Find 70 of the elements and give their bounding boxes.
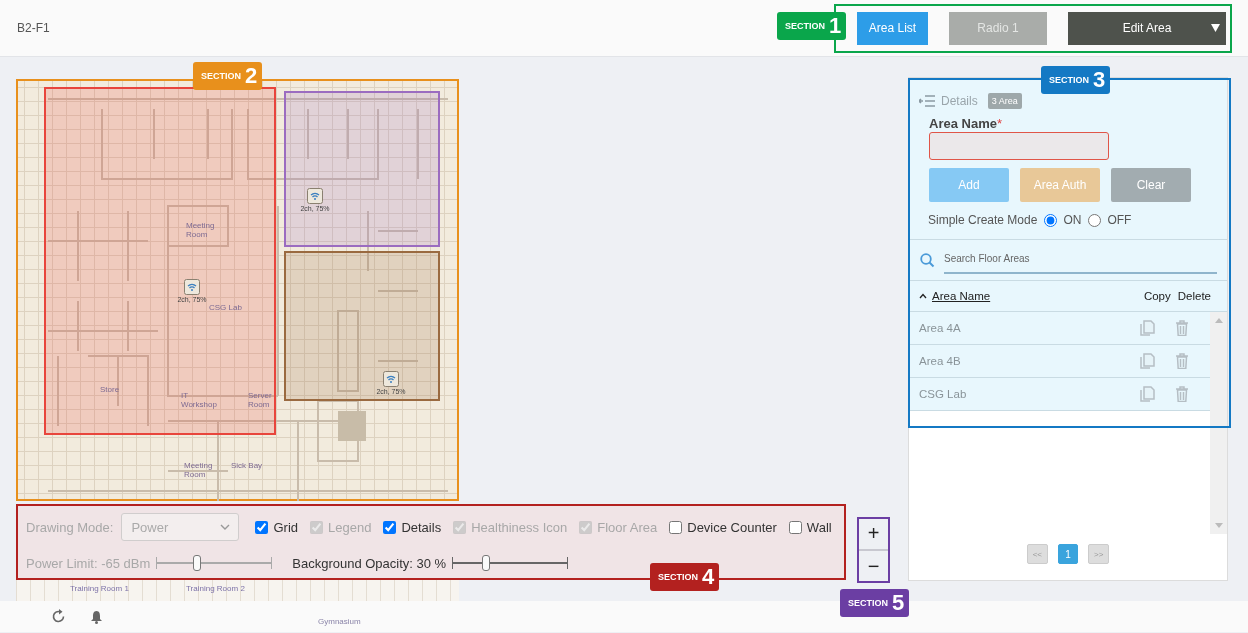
collapse-list-icon[interactable] xyxy=(919,95,935,107)
room-label: Store xyxy=(100,385,121,395)
checkbox-label: Floor Area xyxy=(597,519,658,535)
bell-icon[interactable] xyxy=(90,609,103,624)
radio-label: ON xyxy=(1063,213,1082,227)
wifi-device-icon[interactable] xyxy=(383,371,399,387)
room-label: Meeting Room xyxy=(186,221,216,240)
radio-button[interactable] xyxy=(1044,213,1058,227)
radio-button[interactable] xyxy=(1088,213,1102,227)
copy-icon[interactable] xyxy=(1140,353,1155,369)
scroll-down-icon[interactable] xyxy=(1214,523,1223,528)
checkbox-label: Wall xyxy=(806,519,832,535)
scroll-up-icon[interactable] xyxy=(1214,318,1223,323)
checkbox-label: Details xyxy=(401,519,442,535)
header-button[interactable]: Edit Area xyxy=(1068,11,1226,45)
scrollbar[interactable] xyxy=(1210,312,1227,534)
mode-label: Simple Create Mode xyxy=(928,213,1038,227)
search-field[interactable]: Search Floor Areas xyxy=(944,246,1217,274)
wifi-device-icon[interactable] xyxy=(307,188,323,204)
column-header: Delete xyxy=(1177,290,1211,302)
trash-icon[interactable] xyxy=(1175,353,1189,369)
room-label: Training Room 2 xyxy=(186,584,246,594)
slider-label: Power Limit: -65 dBm xyxy=(26,555,151,571)
action-button[interactable]: Area Auth xyxy=(1020,168,1100,202)
room-label: Server Room xyxy=(248,391,273,410)
checkbox[interactable] xyxy=(255,520,269,534)
trash-icon[interactable] xyxy=(1175,386,1189,402)
radio-label: OFF xyxy=(1107,213,1132,227)
room-label: Gymnasium xyxy=(318,617,361,626)
checkbox-label: Legend xyxy=(328,519,372,535)
slider-thumb[interactable] xyxy=(482,555,490,571)
column-header: Copy xyxy=(1143,290,1171,302)
room-label: Sick Bay xyxy=(231,461,264,471)
checkbox-label: Device Counter xyxy=(687,519,777,535)
room-label: Meeting Room xyxy=(184,461,214,480)
sort-chevron-icon[interactable] xyxy=(919,293,927,299)
page-button[interactable]: >> xyxy=(1088,544,1110,564)
copy-icon[interactable] xyxy=(1140,386,1155,402)
copy-icon[interactable] xyxy=(1140,320,1155,336)
room-label: Training Room 1 xyxy=(70,584,130,594)
action-button[interactable]: Add xyxy=(929,168,1009,202)
field-label: Area Name* xyxy=(929,116,1003,131)
area-rectangle[interactable] xyxy=(284,251,440,401)
column-header-link[interactable]: Area Name xyxy=(932,290,991,302)
page-button[interactable]: 1 xyxy=(1058,544,1078,564)
slider-label: Background Opacity: 30 % xyxy=(292,555,447,571)
drawing-mode-label: Drawing Mode: xyxy=(26,519,114,535)
checkbox[interactable] xyxy=(669,520,683,534)
checkbox-label: Grid xyxy=(273,519,298,535)
checkbox[interactable] xyxy=(788,520,802,534)
room-label: CSG Lab xyxy=(209,303,243,313)
header-button[interactable]: Area List xyxy=(857,11,928,45)
panel-title: Details xyxy=(941,94,978,108)
caret-icon xyxy=(1211,23,1220,32)
room-label: IT Workshop xyxy=(181,391,218,410)
page-button[interactable]: << xyxy=(1026,544,1048,564)
wifi-device-icon[interactable] xyxy=(184,279,200,295)
section-outline xyxy=(857,517,890,583)
search-icon xyxy=(920,252,935,268)
floor-name: B2-F1 xyxy=(17,21,50,35)
refresh-icon[interactable] xyxy=(51,609,66,624)
area-count-badge: 3 Area xyxy=(987,93,1022,109)
action-button[interactable]: Clear xyxy=(1111,168,1191,202)
checkbox[interactable] xyxy=(383,520,397,534)
area-name-input[interactable] xyxy=(929,132,1109,160)
chevron-down-icon xyxy=(220,524,231,530)
area-rectangle[interactable] xyxy=(44,87,276,435)
area-rectangle[interactable] xyxy=(284,91,440,247)
trash-icon[interactable] xyxy=(1175,320,1189,336)
checkbox-label: Healthiness Icon xyxy=(471,519,568,535)
